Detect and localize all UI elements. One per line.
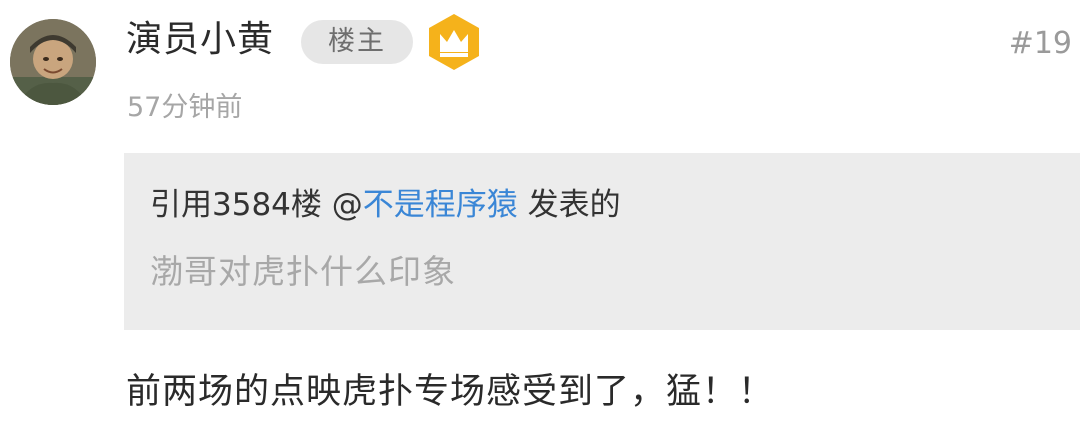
- forum-reply-post: 演员小黄 楼主 #19 57分钟前 引用3584楼 @不是程序猿 发表的 渤哥对…: [0, 0, 1080, 434]
- crown-icon: [426, 12, 482, 72]
- quote-meta: 引用3584楼 @不是程序猿 发表的: [150, 183, 621, 227]
- reply-content: 前两场的点映虎扑专场感受到了，猛！！: [126, 372, 775, 412]
- username[interactable]: 演员小黄: [126, 18, 274, 62]
- user-avatar-icon: [10, 19, 96, 105]
- post-timestamp: 57分钟前: [127, 92, 243, 123]
- quote-suffix: 发表的: [517, 187, 621, 223]
- user-avatar[interactable]: [10, 19, 96, 105]
- quote-text: 渤哥对虎扑什么印象: [150, 252, 456, 291]
- mention-link[interactable]: 不是程序猿: [363, 187, 518, 223]
- op-badge: 楼主: [301, 20, 413, 64]
- quote-prefix: 引用3584楼 @: [150, 187, 363, 223]
- quoted-reply[interactable]: 引用3584楼 @不是程序猿 发表的 渤哥对虎扑什么印象: [124, 153, 1080, 330]
- floor-number: #19: [1008, 26, 1072, 61]
